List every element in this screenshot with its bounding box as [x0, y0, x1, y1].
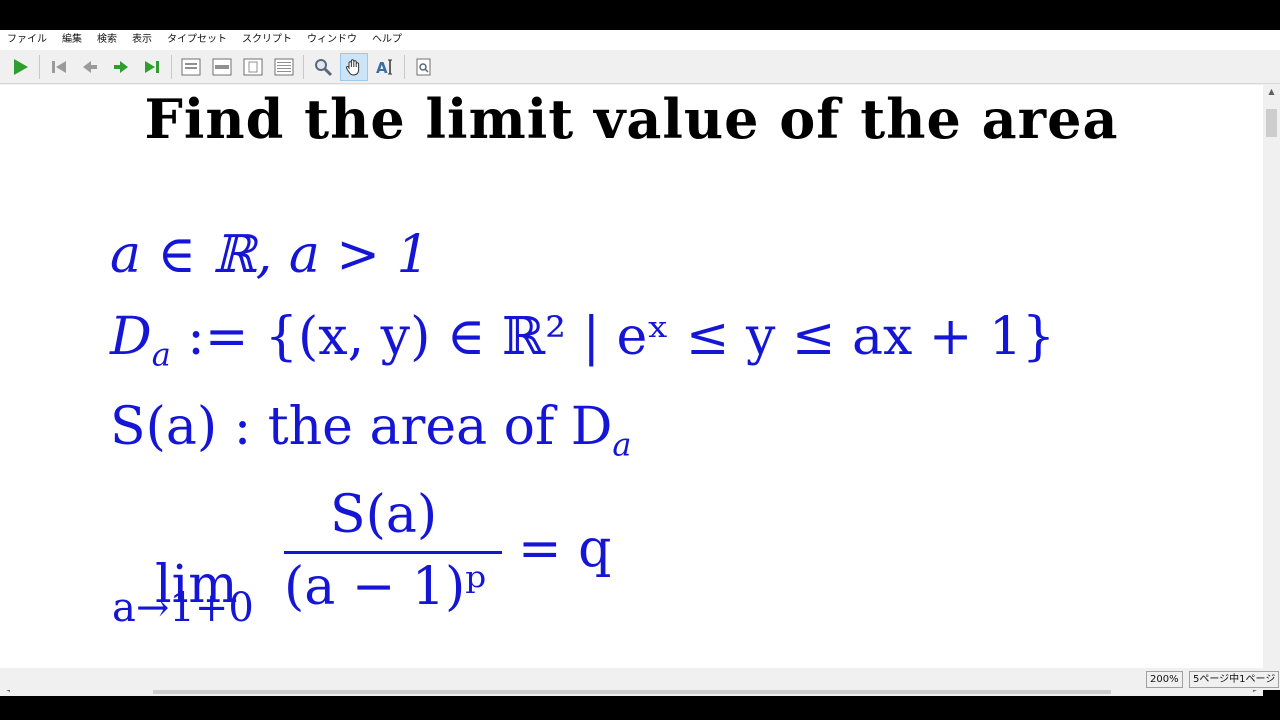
menu-typeset[interactable]: タイプセット [160, 30, 235, 50]
double-page-icon[interactable] [270, 53, 298, 81]
scroll-up-icon[interactable]: ▲ [1263, 85, 1280, 99]
math-area-text: S(a) : the area of D [110, 397, 613, 457]
first-page-icon[interactable] [45, 53, 73, 81]
toolbar-separator [39, 54, 40, 79]
svg-text:A: A [376, 59, 388, 77]
math-line-definition: Da := {(x, y) ∈ ℝ² | eˣ ≤ y ≤ ax + 1} [110, 307, 1055, 373]
fraction-bar [284, 551, 502, 554]
toolbar-separator [171, 54, 172, 79]
fraction-denominator: (a − 1)ᵖ [284, 557, 487, 617]
toolbar: A [0, 50, 1280, 84]
last-page-icon[interactable] [138, 53, 166, 81]
text-select-icon[interactable]: A [371, 53, 399, 81]
status-bar: 200% 5ページ中1ページ [0, 668, 1280, 690]
hand-scroll-icon[interactable] [340, 52, 368, 81]
page-indicator: 5ページ中1ページ [1189, 671, 1280, 688]
menu-view[interactable]: 表示 [125, 30, 160, 50]
typeset-run-icon[interactable] [6, 53, 34, 81]
pdf-page: Find the limit value of the area a ∈ ℝ, … [0, 85, 1263, 682]
menu-edit[interactable]: 編集 [55, 30, 90, 50]
limit-rhs: = q [518, 519, 612, 579]
next-page-icon[interactable] [107, 53, 135, 81]
fraction-numerator: S(a) [330, 485, 438, 545]
math-line-1: a ∈ ℝ, a > 1 [110, 225, 430, 285]
pdf-preview[interactable]: Find the limit value of the area a ∈ ℝ, … [0, 85, 1263, 682]
zoom-level[interactable]: 200% [1146, 671, 1183, 688]
magnify-icon[interactable] [309, 53, 337, 81]
fit-page-icon[interactable] [239, 53, 267, 81]
page-title: Find the limit value of the area [144, 87, 1119, 151]
menu-window[interactable]: ウィンドウ [300, 30, 365, 50]
math-d-sub: a [151, 335, 171, 374]
single-page-icon[interactable] [177, 53, 205, 81]
menu-script[interactable]: スクリプト [235, 30, 300, 50]
menu-help[interactable]: ヘルプ [365, 30, 410, 50]
math-line-condition: a ∈ ℝ, a > 1 [110, 225, 430, 285]
menu-file[interactable]: ファイル [0, 30, 55, 50]
find-in-page-icon[interactable] [410, 53, 438, 81]
math-line-area: S(a) : the area of Da [110, 397, 631, 463]
math-set: := {(x, y) ∈ ℝ² | eˣ ≤ y ≤ ax + 1} [170, 307, 1056, 367]
app-window: ファイル 編集 検索 表示 タイプセット スクリプト ウィンドウ ヘルプ A F… [0, 30, 1280, 696]
math-d: D [110, 307, 152, 367]
menu-bar: ファイル 編集 検索 表示 タイプセット スクリプト ウィンドウ ヘルプ [0, 30, 1280, 50]
page-width-icon[interactable] [208, 53, 236, 81]
vertical-scrollbar[interactable]: ▲ ▼ [1263, 85, 1280, 682]
prev-page-icon[interactable] [76, 53, 104, 81]
toolbar-separator [404, 54, 405, 79]
limit-subscript: a→1+0 [112, 585, 254, 631]
vertical-scroll-thumb[interactable] [1266, 109, 1277, 137]
math-area-sub: a [612, 425, 632, 464]
menu-search[interactable]: 検索 [90, 30, 125, 50]
toolbar-separator [303, 54, 304, 79]
